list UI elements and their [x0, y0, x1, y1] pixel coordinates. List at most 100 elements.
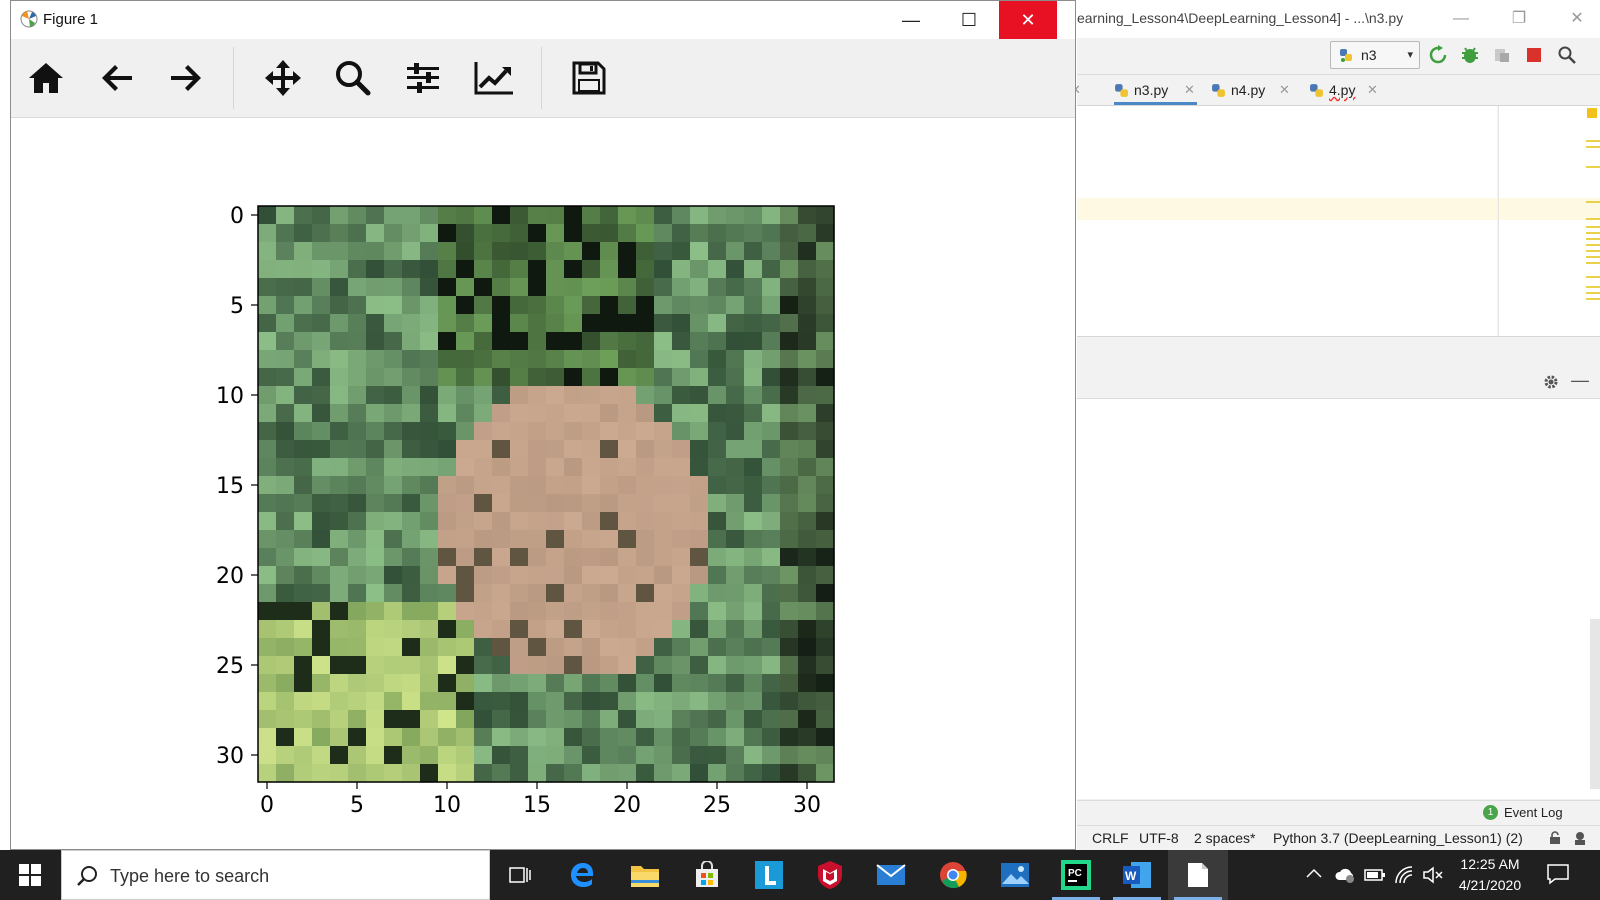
image-pixel — [510, 350, 529, 369]
back-button[interactable] — [97, 58, 137, 98]
close-icon[interactable]: ✕ — [1279, 75, 1290, 105]
minimize-panel-icon[interactable]: — — [1571, 370, 1589, 391]
image-pixel — [438, 710, 457, 729]
debug-icon[interactable] — [1460, 45, 1480, 65]
image-pixel — [672, 728, 691, 747]
taskbar-photos[interactable] — [985, 850, 1045, 900]
rerun-icon[interactable] — [1428, 45, 1448, 65]
taskbar-pycharm[interactable]: PC — [1046, 850, 1106, 900]
image-pixel — [276, 422, 295, 441]
image-pixel — [528, 332, 547, 351]
image-pixel — [582, 620, 601, 639]
indent-setting[interactable]: 2 spaces* — [1194, 830, 1255, 846]
ide-restore-button[interactable]: ❐ — [1505, 6, 1533, 32]
forward-button[interactable] — [166, 58, 206, 98]
pan-button[interactable] — [263, 58, 303, 98]
image-pixel — [762, 332, 781, 351]
editor-error-stripe[interactable] — [1498, 106, 1600, 336]
taskbar-mcafee[interactable] — [800, 850, 860, 900]
onedrive-icon[interactable] — [1334, 865, 1356, 885]
save-button[interactable] — [569, 58, 609, 98]
search-icon[interactable] — [1557, 45, 1577, 65]
image-pixel — [654, 746, 673, 765]
tab-n3-py[interactable]: n3.py ✕ — [1114, 75, 1197, 105]
edit-axis-button[interactable] — [474, 58, 514, 98]
figure-maximize-button[interactable]: ☐ — [940, 1, 998, 39]
figure-close-button[interactable]: ✕ — [999, 1, 1057, 39]
matplotlib-icon — [20, 10, 38, 28]
task-view-button[interactable] — [490, 850, 550, 900]
image-pixel — [726, 278, 745, 297]
image-plot[interactable]: 0 5 10 15 20 25 30 0 5 10 15 20 25 30 — [11, 118, 1075, 849]
file-encoding[interactable]: UTF-8 — [1139, 830, 1179, 846]
image-pixel — [474, 476, 493, 495]
python-icon — [1310, 84, 1323, 97]
start-button[interactable] — [0, 850, 60, 900]
warning-marker[interactable] — [1587, 108, 1597, 118]
image-pixel — [546, 296, 565, 315]
image-pixel — [258, 350, 277, 369]
taskbar-store[interactable] — [677, 850, 737, 900]
ide-close-button[interactable]: ✕ — [1563, 6, 1591, 32]
image-pixel — [492, 242, 511, 261]
image-pixel — [294, 350, 313, 369]
system-clock[interactable]: 12:25 AM 4/21/2020 — [1448, 854, 1532, 896]
taskbar-notepad[interactable] — [1168, 850, 1228, 900]
taskbar-l-app[interactable] — [739, 850, 799, 900]
image-pixel — [492, 764, 511, 783]
figure-titlebar[interactable]: Figure 1 — ☐ ✕ — [11, 1, 1075, 39]
notification-icon[interactable] — [1546, 862, 1570, 886]
image-pixel — [348, 242, 367, 261]
figure-minimize-button[interactable]: — — [882, 1, 940, 39]
image-pixel — [348, 674, 367, 693]
image-pixel — [348, 710, 367, 729]
close-icon[interactable]: ✕ — [1367, 75, 1378, 105]
taskbar-file-explorer[interactable] — [615, 850, 675, 900]
volume-muted-icon[interactable] — [1422, 865, 1444, 885]
line-separator[interactable]: CRLF — [1092, 830, 1129, 846]
zoom-button[interactable] — [333, 58, 373, 98]
image-pixel — [564, 728, 583, 747]
image-pixel — [762, 512, 781, 531]
chevron-up-icon[interactable] — [1306, 867, 1322, 879]
taskbar-search-box[interactable]: Type here to search — [61, 850, 490, 900]
image-pixel — [744, 206, 763, 225]
event-log[interactable]: 1 Event Log — [1077, 800, 1600, 825]
close-icon[interactable]: ✕ — [1184, 75, 1195, 105]
taskbar-chrome[interactable] — [923, 850, 983, 900]
inspector-icon[interactable] — [1572, 830, 1588, 846]
image-pixel — [258, 548, 277, 567]
panel-scrollbar[interactable] — [1590, 619, 1600, 789]
lock-icon[interactable] — [1548, 831, 1562, 845]
gear-icon[interactable] — [1543, 374, 1559, 390]
tab-4-py[interactable]: 4.py ✕ — [1309, 75, 1384, 105]
taskbar-mail[interactable] — [861, 850, 921, 900]
taskbar-edge[interactable] — [553, 850, 613, 900]
image-pixel — [330, 710, 349, 729]
configure-subplots-button[interactable] — [403, 58, 443, 98]
taskbar-word[interactable]: W — [1107, 850, 1167, 900]
wifi-icon[interactable] — [1394, 865, 1416, 885]
image-pixel — [690, 260, 709, 279]
image-pixel — [744, 386, 763, 405]
image-pixel — [402, 206, 421, 225]
image-pixel — [474, 584, 493, 603]
run-config-select[interactable]: n3 ▾ — [1330, 41, 1420, 69]
stop-icon[interactable] — [1524, 45, 1544, 65]
coverage-icon[interactable] — [1492, 45, 1512, 65]
image-pixel — [618, 260, 637, 279]
battery-icon[interactable] — [1364, 868, 1386, 882]
image-pixel — [366, 584, 385, 603]
image-pixel — [672, 512, 691, 531]
home-button[interactable] — [26, 58, 66, 98]
interpreter[interactable]: Python 3.7 (DeepLearning_Lesson1) (2) — [1273, 830, 1523, 846]
image-pixel — [708, 350, 727, 369]
code-editor[interactable] — [1077, 106, 1497, 336]
panel-splitter[interactable] — [1077, 336, 1600, 368]
image-pixel — [600, 638, 619, 657]
ide-minimize-button[interactable]: — — [1447, 6, 1475, 32]
image-pixel — [348, 584, 367, 603]
plot-canvas[interactable]: 0 5 10 15 20 25 30 0 5 10 15 20 25 30 — [11, 118, 1075, 849]
image-pixel — [528, 512, 547, 531]
tab-n4-py[interactable]: n4.py ✕ — [1211, 75, 1294, 105]
